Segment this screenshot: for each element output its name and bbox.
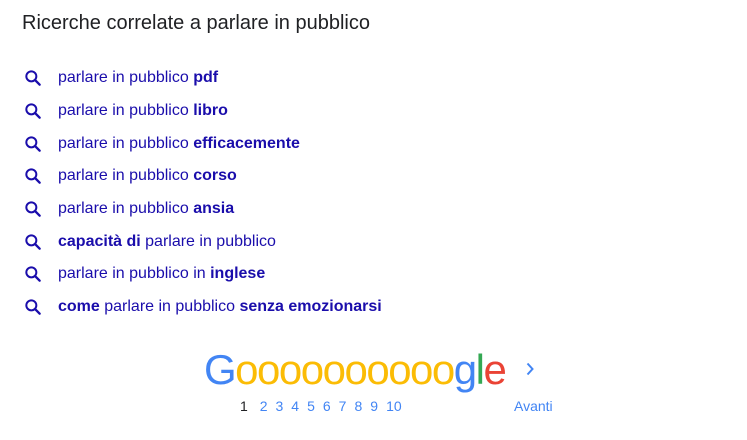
- related-search-part: parlare in pubblico: [58, 134, 194, 152]
- related-search-part: parlare in pubblico in: [58, 265, 211, 283]
- page-link-8[interactable]: 8: [354, 398, 362, 414]
- pagination: Goooooooooogle 1 2 3 4 5 6 7 8 9 10 Avanti: [0, 345, 747, 425]
- search-icon: [22, 67, 44, 89]
- search-icon: [22, 133, 44, 155]
- related-search-text[interactable]: capacità di parlare in pubblico: [58, 233, 276, 251]
- related-search-text[interactable]: parlare in pubblico in inglese: [58, 265, 265, 283]
- related-search-bold-part: libro: [193, 102, 228, 120]
- related-search-text[interactable]: parlare in pubblico efficacemente: [58, 135, 300, 153]
- related-search-text[interactable]: parlare in pubblico libro: [58, 102, 228, 120]
- related-search-item[interactable]: parlare in pubblico efficacemente: [22, 127, 382, 160]
- search-icon: [22, 263, 44, 285]
- related-search-text[interactable]: parlare in pubblico pdf: [58, 69, 218, 87]
- related-search-bold-part: pdf: [193, 69, 219, 87]
- page-link-10[interactable]: 10: [386, 398, 402, 414]
- related-search-item[interactable]: capacità di parlare in pubblico: [22, 225, 382, 258]
- related-search-text[interactable]: come parlare in pubblico senza emozionar…: [58, 298, 382, 316]
- related-search-bold-part: capacità di: [58, 232, 141, 250]
- related-search-part: parlare in pubblico: [58, 167, 194, 185]
- related-search-bold-part: ansia: [193, 200, 235, 218]
- related-search-item[interactable]: parlare in pubblico in inglese: [22, 258, 382, 291]
- search-icon: [22, 100, 44, 122]
- page-numbers: 1 2 3 4 5 6 7 8 9 10: [240, 398, 410, 414]
- page-link-3[interactable]: 3: [275, 398, 283, 414]
- search-icon: [22, 165, 44, 187]
- related-searches-list: parlare in pubblico pdf parlare in pubbli…: [22, 62, 382, 324]
- search-icon: [22, 231, 44, 253]
- related-search-bold-part: corso: [193, 167, 237, 185]
- chevron-right-icon[interactable]: [522, 361, 538, 377]
- search-icon: [22, 296, 44, 318]
- related-search-item[interactable]: parlare in pubblico ansia: [22, 193, 382, 226]
- related-search-part: parlare in pubblico: [58, 102, 194, 120]
- page-link-4[interactable]: 4: [291, 398, 299, 414]
- page-link-2[interactable]: 2: [260, 398, 268, 414]
- page-link-9[interactable]: 9: [370, 398, 378, 414]
- related-search-text[interactable]: parlare in pubblico corso: [58, 167, 237, 185]
- related-search-part: parlare in pubblico: [99, 298, 240, 316]
- related-search-bold-part: senza emozionarsi: [239, 298, 382, 316]
- next-page-link[interactable]: Avanti: [514, 398, 553, 414]
- related-searches-heading: Ricerche correlate a parlare in pubblico: [22, 12, 370, 34]
- related-search-bold-part: come: [58, 298, 100, 316]
- related-search-bold-part: inglese: [210, 265, 266, 283]
- related-search-part: parlare in pubblico: [58, 200, 194, 218]
- related-search-part: parlare in pubblico: [58, 69, 194, 87]
- page-current: 1: [240, 398, 248, 414]
- related-search-item[interactable]: parlare in pubblico pdf: [22, 62, 382, 95]
- related-search-item[interactable]: come parlare in pubblico senza emozionar…: [22, 291, 382, 324]
- pagination-logo: Goooooooooogle: [204, 346, 507, 393]
- search-icon: [22, 198, 44, 220]
- related-search-item[interactable]: parlare in pubblico corso: [22, 160, 382, 193]
- related-search-bold-part: efficacemente: [193, 134, 300, 152]
- related-search-part: parlare in pubblico: [140, 232, 276, 250]
- page-link-5[interactable]: 5: [307, 398, 315, 414]
- related-search-text[interactable]: parlare in pubblico ansia: [58, 200, 234, 218]
- related-search-item[interactable]: parlare in pubblico libro: [22, 95, 382, 128]
- page-link-6[interactable]: 6: [323, 398, 331, 414]
- page-link-7[interactable]: 7: [339, 398, 347, 414]
